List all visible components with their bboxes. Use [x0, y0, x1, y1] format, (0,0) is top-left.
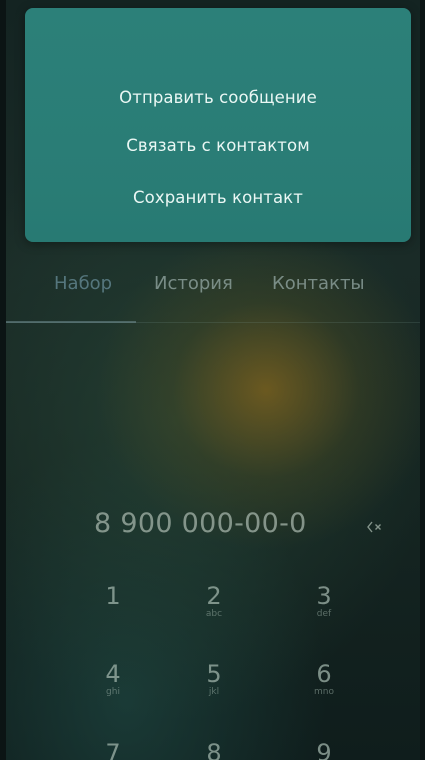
dial-key-letters: jkl [208, 687, 220, 697]
dial-key-5[interactable]: 5 jkl [169, 661, 259, 717]
link-to-contact-menu-item[interactable]: Связать с контактом [25, 136, 411, 155]
dial-key-digit: 1 [105, 582, 121, 610]
dial-key-letters: def [316, 609, 332, 619]
tab-dial[interactable]: Набор [54, 273, 112, 294]
dial-key-9[interactable]: 9 [279, 740, 369, 760]
save-contact-menu-item[interactable]: Сохранить контакт [25, 188, 411, 207]
dialed-number: 8 900 000-00-0 [94, 508, 307, 539]
dial-key-digit: 8 [206, 739, 222, 760]
dial-key-6[interactable]: 6 mno [279, 661, 369, 717]
dial-key-digit: 9 [316, 739, 332, 760]
send-message-menu-item[interactable]: Отправить сообщение [25, 88, 411, 107]
dial-key-digit: 3 [316, 582, 332, 610]
dial-key-letters: abc [205, 609, 223, 619]
tab-history[interactable]: История [154, 273, 233, 294]
dial-key-digit: 7 [105, 739, 121, 760]
context-menu: Отправить сообщение Связать с контактом … [25, 8, 411, 242]
dial-key-letters: mno [314, 687, 334, 697]
dial-key-4[interactable]: 4 ghi [68, 661, 158, 717]
dial-key-2[interactable]: 2 abc [169, 583, 259, 639]
dial-key-7[interactable]: 7 [68, 740, 158, 760]
backspace-icon[interactable] [366, 519, 384, 533]
dial-key-3[interactable]: 3 def [279, 583, 369, 639]
dial-key-8[interactable]: 8 [169, 740, 259, 760]
tab-contacts[interactable]: Контакты [272, 273, 365, 294]
dial-key-1[interactable]: 1 [68, 583, 158, 639]
dial-key-digit: 5 [206, 660, 222, 688]
dial-key-digit: 4 [105, 660, 121, 688]
dial-key-digit: 6 [316, 660, 332, 688]
dial-key-letters: ghi [106, 687, 120, 697]
dialer-screen: Отправить сообщение Связать с контактом … [6, 0, 420, 760]
dial-key-digit: 2 [206, 582, 222, 610]
active-tab-indicator [6, 321, 136, 323]
